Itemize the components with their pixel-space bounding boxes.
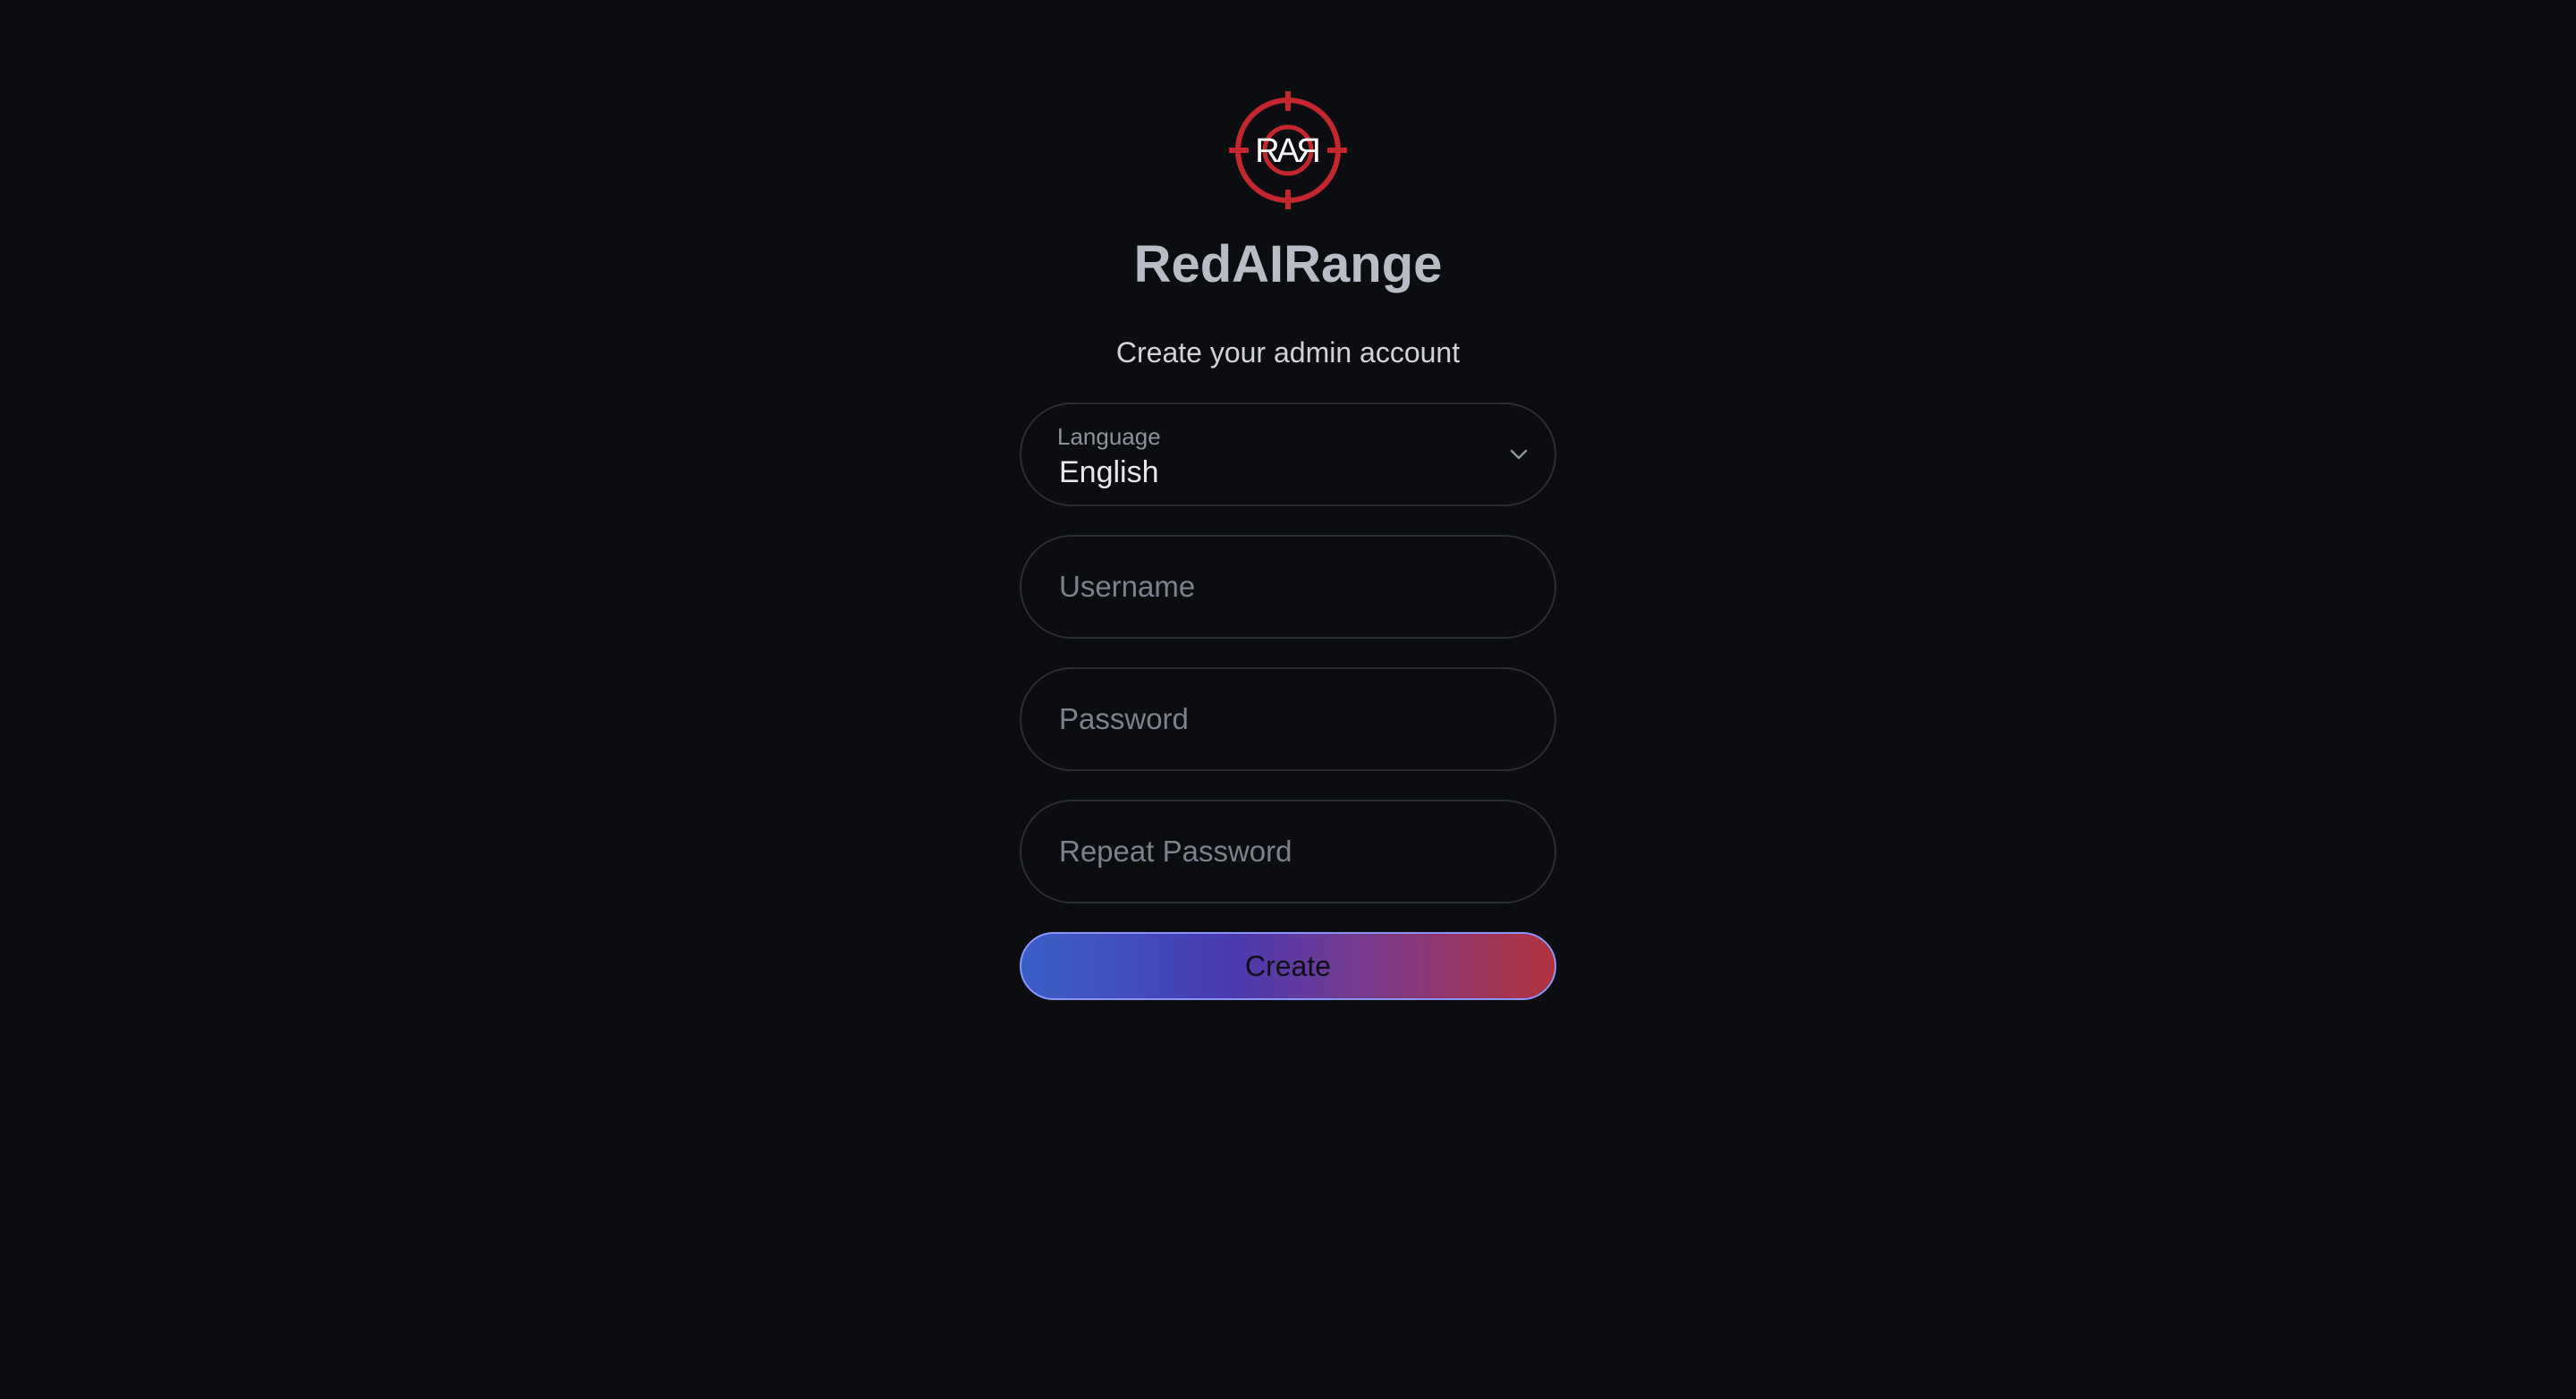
chevron-down-icon xyxy=(1506,442,1531,467)
language-select[interactable]: Language English xyxy=(1020,403,1556,506)
language-value: English xyxy=(1059,455,1159,489)
crosshair-logo-icon: R A R xyxy=(1229,91,1347,209)
language-label: Language xyxy=(1057,423,1161,450)
admin-account-form: Language English Create xyxy=(1020,403,1556,1000)
password-input[interactable] xyxy=(1021,669,1555,769)
app-logo: R A R xyxy=(1229,91,1347,209)
username-field-wrapper xyxy=(1020,535,1556,639)
page-subtitle: Create your admin account xyxy=(1115,336,1461,369)
username-input[interactable] xyxy=(1021,537,1555,637)
password-field-wrapper xyxy=(1020,667,1556,771)
repeat-password-input[interactable] xyxy=(1021,801,1555,902)
app-title: RedAIRange xyxy=(1133,235,1443,293)
svg-text:R: R xyxy=(1296,132,1320,170)
setup-page: R A R RedAIRange Create your admin accou… xyxy=(0,0,2576,1399)
create-button[interactable]: Create xyxy=(1020,932,1556,1000)
repeat-password-field-wrapper xyxy=(1020,800,1556,903)
